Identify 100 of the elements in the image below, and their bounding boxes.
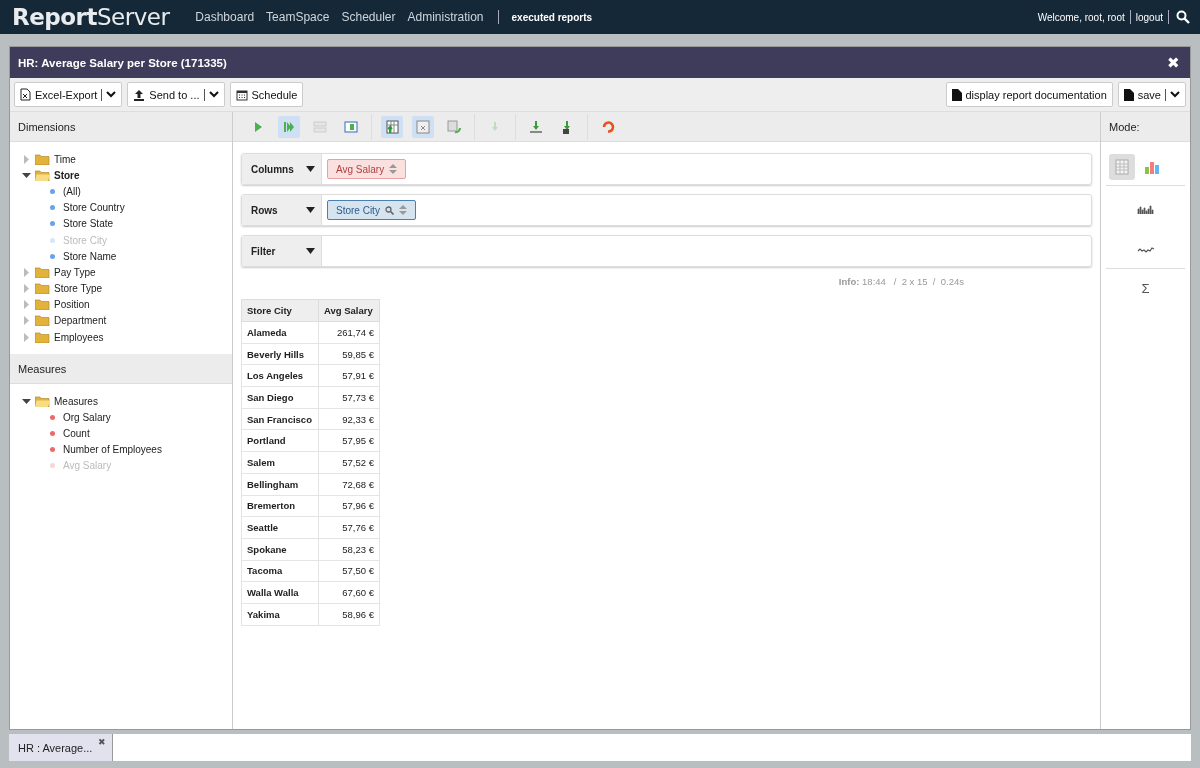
table-cell: 57,52 € xyxy=(318,451,380,474)
caret-icon[interactable] xyxy=(306,207,315,213)
tree-item[interactable]: (All) xyxy=(22,183,232,200)
sort-icon[interactable] xyxy=(389,164,398,174)
nav-link[interactable]: Administration xyxy=(407,10,484,24)
tree-label: Department xyxy=(54,315,107,327)
table-cell: 67,60 € xyxy=(318,581,380,604)
folder-icon xyxy=(35,153,50,165)
drop-zone-label[interactable]: Rows xyxy=(242,195,322,225)
download-icon xyxy=(528,118,544,135)
table-cell: 57,50 € xyxy=(318,560,380,582)
undo-icon xyxy=(600,118,616,135)
toolbar-icon-button[interactable] xyxy=(381,115,403,138)
drop-zone-label[interactable]: Columns xyxy=(242,154,322,184)
toolbar-button[interactable]: save xyxy=(1117,82,1186,107)
tree-item[interactable]: Measures xyxy=(22,393,232,410)
tree-item[interactable]: Store State xyxy=(22,215,232,232)
nav-link[interactable]: Dashboard xyxy=(195,10,255,24)
bullet-icon xyxy=(50,205,55,211)
panel-header: Mode: xyxy=(1101,112,1190,142)
tree-label: Org Salary xyxy=(63,411,111,423)
collapse-arrow-icon[interactable] xyxy=(22,170,31,180)
table-cell: 57,76 € xyxy=(318,516,380,539)
drop-zone[interactable]: Columns Avg Salary xyxy=(241,153,1092,185)
tree-item[interactable]: Position xyxy=(22,296,232,313)
bullet-icon xyxy=(50,188,55,194)
report-tab[interactable]: HR : Average... ✖ xyxy=(9,734,114,761)
folder-icon xyxy=(35,283,50,295)
drop-zone[interactable]: Filter xyxy=(241,235,1092,267)
toolbar-button[interactable]: Send to ... xyxy=(127,82,225,107)
bullet-icon xyxy=(50,237,55,243)
sort-icon[interactable] xyxy=(398,205,407,215)
panel-header: Measures xyxy=(10,354,232,384)
row-header-cell: Seattle xyxy=(241,516,319,539)
nav-link[interactable]: executed reports xyxy=(511,11,593,23)
close-button[interactable]: ✖ xyxy=(1167,53,1180,72)
column-header: Store City xyxy=(241,299,319,322)
tree-label: Pay Type xyxy=(54,266,96,278)
table-cell: 57,91 € xyxy=(318,364,380,387)
tree-item[interactable]: Store Country xyxy=(22,199,232,216)
tree-item[interactable]: Employees xyxy=(22,329,232,346)
tree-item[interactable]: Time xyxy=(22,151,232,168)
logout-link[interactable]: logout xyxy=(1135,11,1163,23)
folder-icon xyxy=(35,315,50,327)
caret-icon[interactable] xyxy=(1170,91,1180,98)
sum-button[interactable]: Σ xyxy=(1141,281,1150,296)
drop-zone[interactable]: Rows Store City xyxy=(241,194,1092,226)
field-chip[interactable]: Store City xyxy=(327,200,416,220)
row-header-cell: Salem xyxy=(241,451,319,474)
tree-label: Store City xyxy=(63,234,107,246)
table-cell: 57,96 € xyxy=(318,495,380,517)
tree-item[interactable]: Store Name xyxy=(22,248,232,265)
drop-zone-label[interactable]: Filter xyxy=(242,236,322,266)
tree-label: Store Name xyxy=(63,250,117,262)
tree-item[interactable]: Store Type xyxy=(22,280,232,297)
caret-icon[interactable] xyxy=(106,91,117,98)
row-header-cell: Los Angeles xyxy=(241,364,319,387)
bar-sparkline-icon[interactable] xyxy=(1136,204,1155,214)
caret-icon[interactable] xyxy=(306,166,315,172)
tree-item[interactable]: Number of Employees xyxy=(22,441,232,458)
bullet-icon xyxy=(50,430,55,436)
row-header-cell: Walla Walla xyxy=(241,581,319,604)
toolbar-button[interactable]: display report documentation xyxy=(945,82,1113,107)
tree-label: (All) xyxy=(63,185,81,197)
table-cell: 58,23 € xyxy=(318,538,380,561)
window-title: HR: Average Salary per Store (171335) xyxy=(18,56,228,69)
tree-label: Number of Employees xyxy=(63,444,162,456)
tree-item[interactable]: Store xyxy=(22,167,232,184)
search-icon[interactable] xyxy=(1176,10,1190,24)
bullet-icon xyxy=(50,414,55,420)
line-sparkline-icon[interactable] xyxy=(1136,246,1155,254)
table-icon xyxy=(1114,159,1130,175)
column-header: Avg Salary xyxy=(318,299,380,322)
tree-label: Store Country xyxy=(63,202,125,214)
tree-item[interactable]: Pay Type xyxy=(22,264,232,281)
expand-arrow-icon[interactable] xyxy=(22,154,31,164)
logo[interactable]: ReportServer xyxy=(12,4,170,30)
table-cell: 92,33 € xyxy=(318,408,380,430)
calendar-icon xyxy=(235,88,248,101)
open-folder-icon xyxy=(35,169,50,181)
tree-item[interactable]: Department xyxy=(22,312,232,330)
nav-link[interactable]: Scheduler xyxy=(341,10,396,24)
view-mode-button[interactable] xyxy=(1109,154,1135,180)
tree-label: Position xyxy=(54,299,90,311)
toolbar-button[interactable]: Excel-Export xyxy=(14,82,123,107)
nav-link[interactable]: TeamSpace xyxy=(266,10,330,24)
tree-item[interactable]: Count xyxy=(22,425,232,442)
row-header-cell: Alameda xyxy=(241,321,319,344)
open-folder-icon xyxy=(35,395,50,407)
field-chip[interactable]: Avg Salary xyxy=(327,159,407,179)
caret-icon[interactable] xyxy=(306,248,315,254)
tree-item[interactable]: Org Salary xyxy=(22,409,232,426)
bullet-icon xyxy=(50,221,55,227)
tree-label: Measures xyxy=(54,395,98,407)
row-header-cell: Bremerton xyxy=(241,495,319,517)
toolbar-button[interactable]: Schedule xyxy=(229,82,304,107)
collapse-arrow-icon[interactable] xyxy=(22,396,31,406)
tree-label: Avg Salary xyxy=(63,460,112,472)
table-icon xyxy=(415,118,431,135)
caret-icon[interactable] xyxy=(208,91,219,98)
